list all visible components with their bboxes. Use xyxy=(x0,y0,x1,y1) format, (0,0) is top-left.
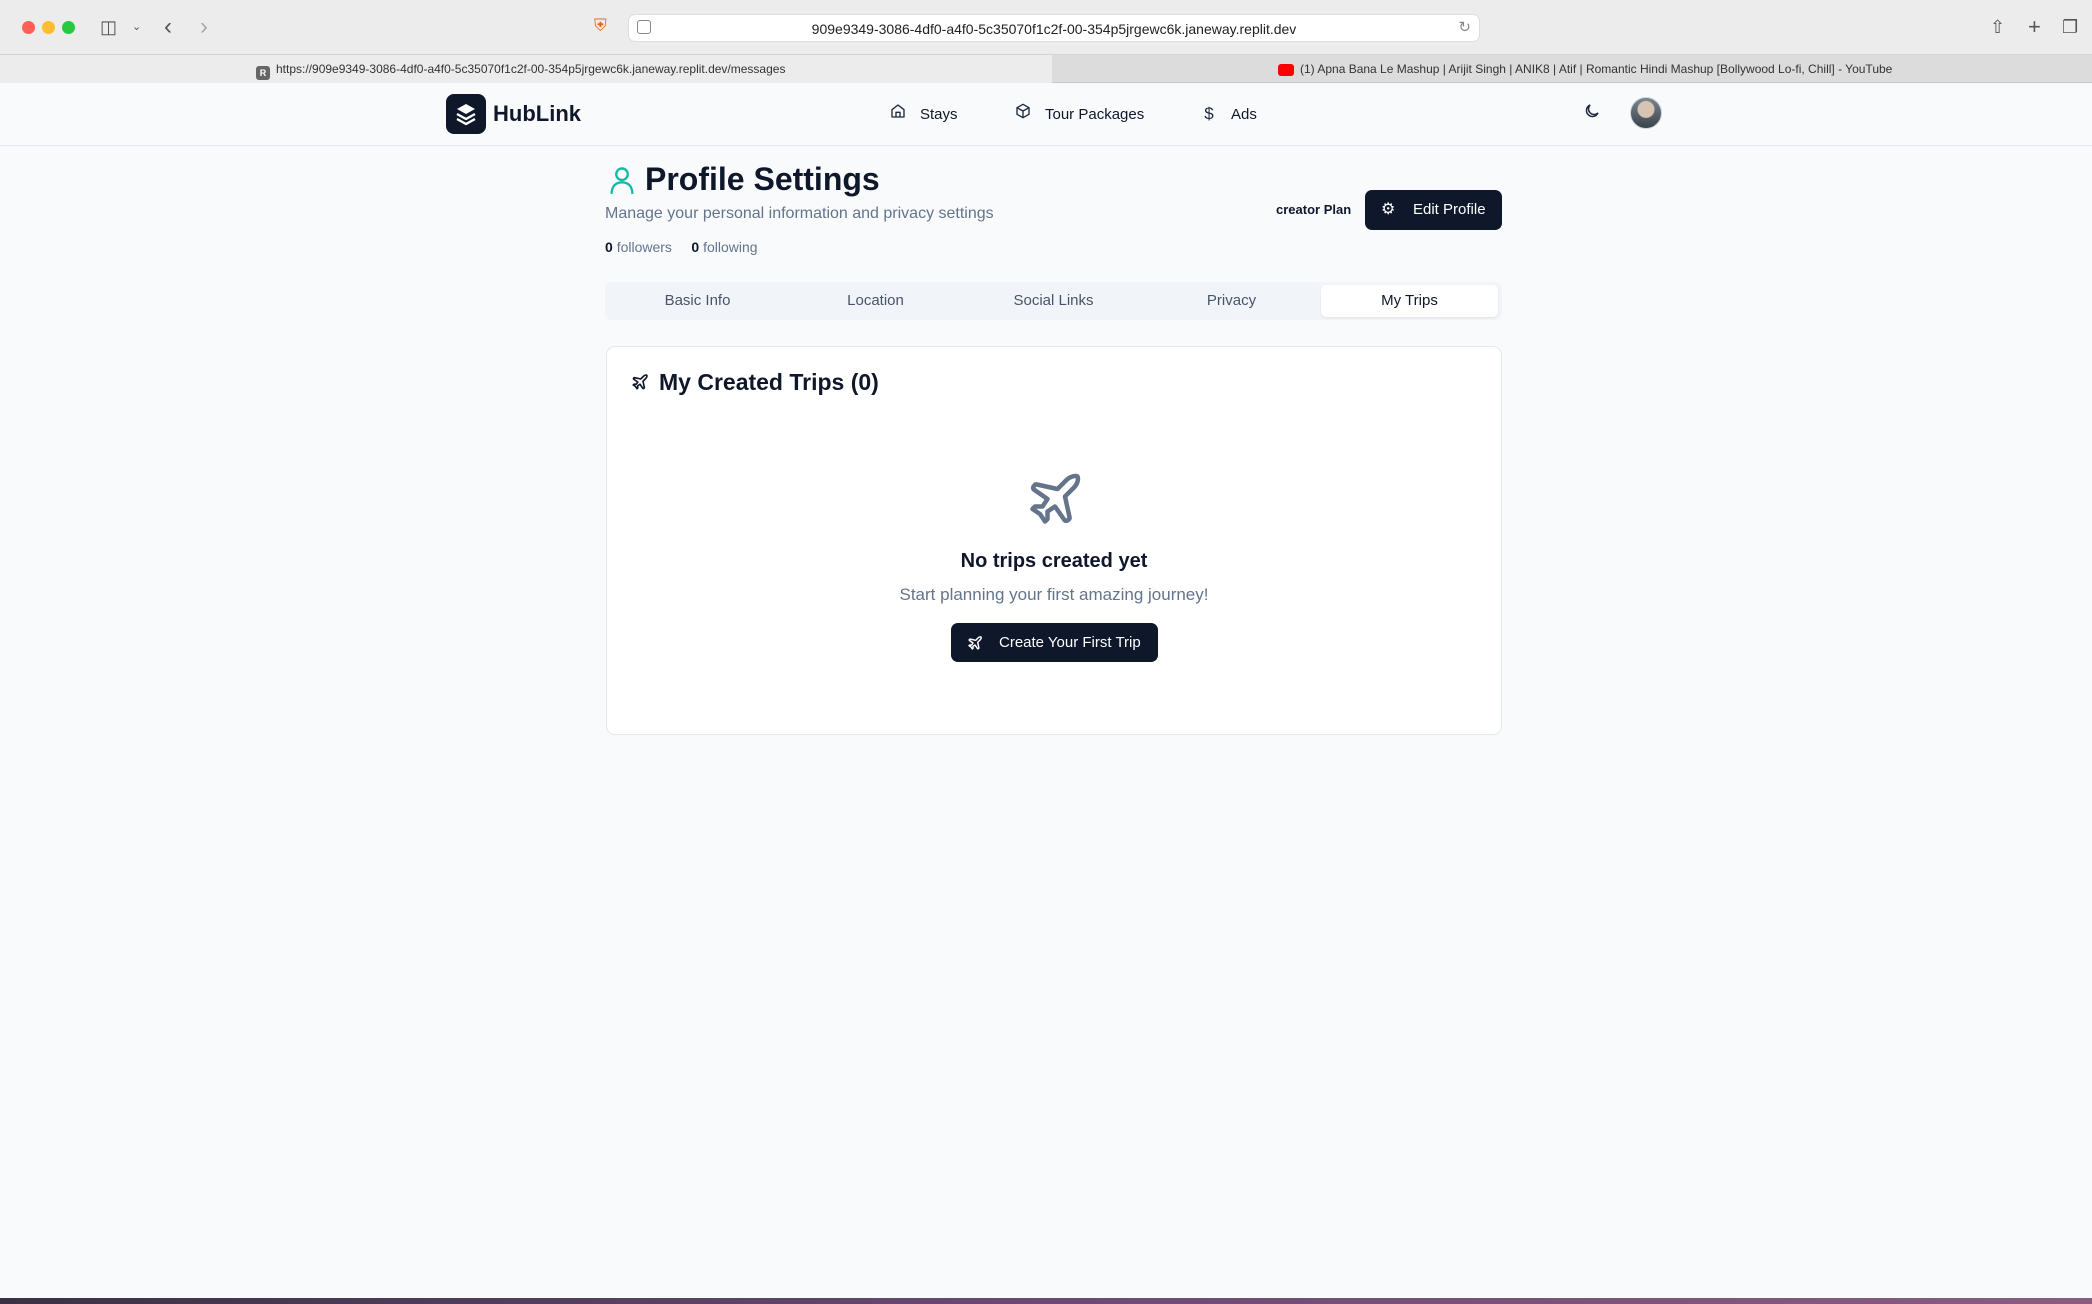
sidebar-toggle-icon[interactable]: ◫ xyxy=(100,14,117,40)
plane-icon xyxy=(968,636,982,650)
plane-icon xyxy=(632,374,648,390)
theme-toggle-moon-icon[interactable] xyxy=(1583,102,1601,125)
tab-social-links[interactable]: Social Links xyxy=(965,285,1142,317)
desktop-background xyxy=(0,1298,2092,1304)
new-tab-icon[interactable]: + xyxy=(2028,14,2041,40)
followers-label[interactable]: followers xyxy=(617,239,672,255)
browser-tab-title: (1) Apna Bana Le Mashup | Arijit Singh |… xyxy=(1300,62,1893,76)
edit-profile-button[interactable]: ⚙ Edit Profile xyxy=(1365,190,1502,230)
edit-profile-label: Edit Profile xyxy=(1413,201,1486,218)
page-title: Profile Settings xyxy=(645,161,880,197)
settings-tabs: Basic Info Location Social Links Privacy… xyxy=(605,282,1502,320)
browser-toolbar: ◫ ⌄ ‹ › ⛨ 909e9349-3086-4df0-a4f0-5c3507… xyxy=(0,0,2092,55)
replit-favicon-icon: R xyxy=(256,66,270,80)
tab-overview-icon[interactable]: ❐ xyxy=(2062,14,2078,40)
avatar[interactable] xyxy=(1630,97,1662,129)
dollar-icon: $ xyxy=(1204,104,1214,123)
nav-label: Stays xyxy=(920,106,958,123)
create-trip-label: Create Your First Trip xyxy=(999,634,1141,651)
close-window-button[interactable] xyxy=(22,21,35,34)
empty-plane-icon xyxy=(1030,473,1081,524)
shield-icon[interactable]: ⛨ xyxy=(594,16,612,38)
app-header: HubLink Stays Tour Packages $ Ads xyxy=(0,83,2092,146)
tab-basic-info[interactable]: Basic Info xyxy=(609,285,786,317)
chevron-down-icon[interactable]: ⌄ xyxy=(132,14,141,40)
address-text: 909e9349-3086-4df0-a4f0-5c35070f1c2f-00-… xyxy=(811,21,1297,37)
zoom-window-button[interactable] xyxy=(62,21,75,34)
my-trips-card: My Created Trips (0) No trips created ye… xyxy=(606,346,1502,735)
forward-icon[interactable]: › xyxy=(200,14,208,40)
logo-icon[interactable] xyxy=(446,94,486,134)
browser-tab-title: https://909e9349-3086-4df0-a4f0-5c35070f… xyxy=(276,62,786,76)
following-label[interactable]: following xyxy=(703,239,757,255)
nav-ads[interactable]: $ Ads xyxy=(1199,103,1257,125)
tab-privacy[interactable]: Privacy xyxy=(1143,285,1320,317)
minimize-window-button[interactable] xyxy=(42,21,55,34)
follow-stats: 0 followers 0 following xyxy=(605,239,758,255)
tab-strip: Rhttps://909e9349-3086-4df0-a4f0-5c35070… xyxy=(0,55,2092,83)
back-icon[interactable]: ‹ xyxy=(164,14,172,40)
brand-name[interactable]: HubLink xyxy=(493,101,581,127)
create-first-trip-button[interactable]: Create Your First Trip xyxy=(951,623,1158,662)
plan-badge: creator Plan xyxy=(1276,202,1352,217)
nav-tour-packages[interactable]: Tour Packages xyxy=(1013,103,1144,125)
page-subtitle: Manage your personal information and pri… xyxy=(605,205,994,222)
empty-state-title: No trips created yet xyxy=(960,550,1148,572)
home-icon xyxy=(888,103,908,126)
reload-icon[interactable]: ↻ xyxy=(1458,18,1471,36)
share-icon[interactable]: ⇧ xyxy=(1990,14,2005,40)
following-count: 0 xyxy=(691,239,700,255)
browser-tab-messages[interactable]: Rhttps://909e9349-3086-4df0-a4f0-5c35070… xyxy=(0,55,1052,83)
card-title: My Created Trips (0) xyxy=(659,369,879,395)
empty-state-subtitle: Start planning your first amazing journe… xyxy=(899,585,1209,604)
youtube-favicon-icon xyxy=(1278,64,1294,76)
tab-my-trips[interactable]: My Trips xyxy=(1321,285,1498,317)
nav-stays[interactable]: Stays xyxy=(888,103,958,125)
address-bar[interactable]: 909e9349-3086-4df0-a4f0-5c35070f1c2f-00-… xyxy=(628,14,1480,42)
nav-label: Tour Packages xyxy=(1045,106,1145,123)
followers-count: 0 xyxy=(605,239,613,255)
user-icon xyxy=(610,167,634,194)
package-icon xyxy=(1013,103,1033,126)
gear-icon: ⚙ xyxy=(1381,201,1396,218)
nav-label: Ads xyxy=(1231,106,1257,123)
tab-location[interactable]: Location xyxy=(787,285,964,317)
browser-tab-youtube[interactable]: (1) Apna Bana Le Mashup | Arijit Singh |… xyxy=(1053,55,2092,83)
